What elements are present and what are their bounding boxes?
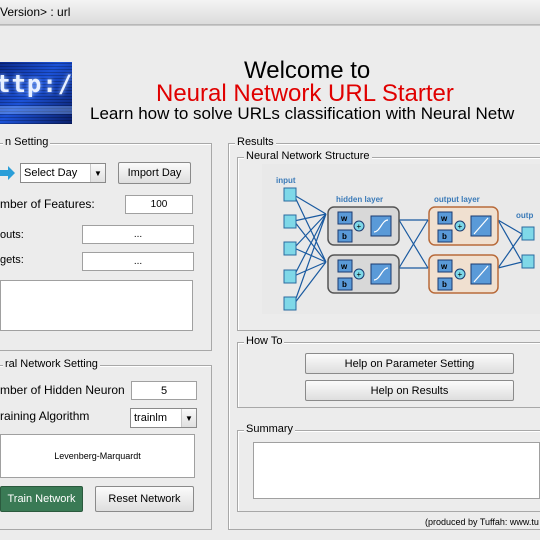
- window-title: Version> : url: [0, 5, 71, 19]
- algorithm-select-value: trainlm: [134, 412, 168, 424]
- features-label: mber of Features:: [0, 197, 95, 211]
- nn-structure-legend: Neural Network Structure: [244, 150, 372, 162]
- data-setting-legend: n Setting: [3, 136, 51, 148]
- algorithm-label: raining Algorithm: [0, 409, 90, 423]
- svg-text:w: w: [440, 214, 448, 223]
- svg-text:b: b: [442, 280, 447, 289]
- train-network-button[interactable]: Train Network: [0, 486, 83, 512]
- nn-structure-diagram: input hidden layer output layer outp w b…: [262, 164, 540, 314]
- targets-label: gets:: [0, 254, 24, 266]
- chevron-down-icon: ▼: [181, 409, 196, 427]
- svg-text:+: +: [357, 222, 362, 231]
- summary-textarea[interactable]: [253, 442, 540, 499]
- svg-text:+: +: [357, 270, 362, 279]
- diagram-output-label: outp: [516, 211, 533, 220]
- day-select-value: Select Day: [24, 167, 78, 179]
- footer-credit: (produced by Tuffah: www.tu: [425, 517, 539, 527]
- features-input[interactable]: 100: [125, 195, 193, 214]
- svg-text:w: w: [340, 262, 348, 271]
- algorithm-description: Levenberg-Marquardt: [0, 434, 195, 478]
- output-node: [521, 226, 535, 241]
- import-day-button[interactable]: Import Day: [118, 162, 191, 184]
- window-title-bar: Version> : url: [0, 0, 540, 25]
- howto-legend: How To: [244, 335, 285, 347]
- output-unit: w b +: [428, 254, 499, 294]
- svg-text:w: w: [340, 214, 348, 223]
- input-node: [283, 241, 297, 256]
- tagline: Learn how to solve URLs classification w…: [90, 104, 515, 123]
- divider: [0, 25, 540, 26]
- svg-text:b: b: [442, 232, 447, 241]
- hidden-unit: w b +: [327, 206, 400, 246]
- summary-legend: Summary: [244, 423, 296, 435]
- diagram-hidden-label: hidden layer: [336, 195, 383, 204]
- hidden-neuron-input[interactable]: 5: [131, 381, 197, 400]
- output-node: [521, 254, 535, 269]
- help-results-button[interactable]: Help on Results: [305, 380, 514, 401]
- input-node: [283, 269, 297, 284]
- diagram-output-layer-label: output layer: [434, 195, 480, 204]
- banner-text: ttp://w: [0, 70, 72, 98]
- svg-text:+: +: [458, 222, 463, 231]
- chevron-down-icon: ▼: [90, 164, 105, 182]
- input-node: [283, 214, 297, 229]
- diagram-input-label: input: [276, 176, 296, 185]
- algorithm-select[interactable]: trainlm ▼: [130, 408, 197, 428]
- results-legend: Results: [235, 136, 276, 148]
- svg-text:w: w: [440, 262, 448, 271]
- input-node: [283, 296, 297, 311]
- hidden-neuron-label: mber of Hidden Neuron: [0, 383, 125, 397]
- svg-text:b: b: [342, 280, 347, 289]
- inputs-field[interactable]: ...: [82, 225, 194, 244]
- svg-text:+: +: [458, 270, 463, 279]
- inputs-label: outs:: [0, 229, 24, 241]
- svg-text:b: b: [342, 232, 347, 241]
- help-parameter-button[interactable]: Help on Parameter Setting: [305, 353, 514, 374]
- data-info-textarea[interactable]: [0, 280, 193, 331]
- hidden-unit: w b +: [327, 254, 400, 294]
- input-node: [283, 187, 297, 202]
- output-unit: w b +: [428, 206, 499, 246]
- arrow-right-icon: [0, 166, 15, 180]
- banner-image: ttp://w: [0, 62, 72, 124]
- day-select[interactable]: Select Day ▼: [20, 163, 106, 183]
- targets-field[interactable]: ...: [82, 252, 194, 271]
- nn-setting-legend: ral Network Setting: [3, 358, 100, 370]
- reset-network-button[interactable]: Reset Network: [95, 486, 194, 512]
- banner-stripe: [0, 106, 72, 114]
